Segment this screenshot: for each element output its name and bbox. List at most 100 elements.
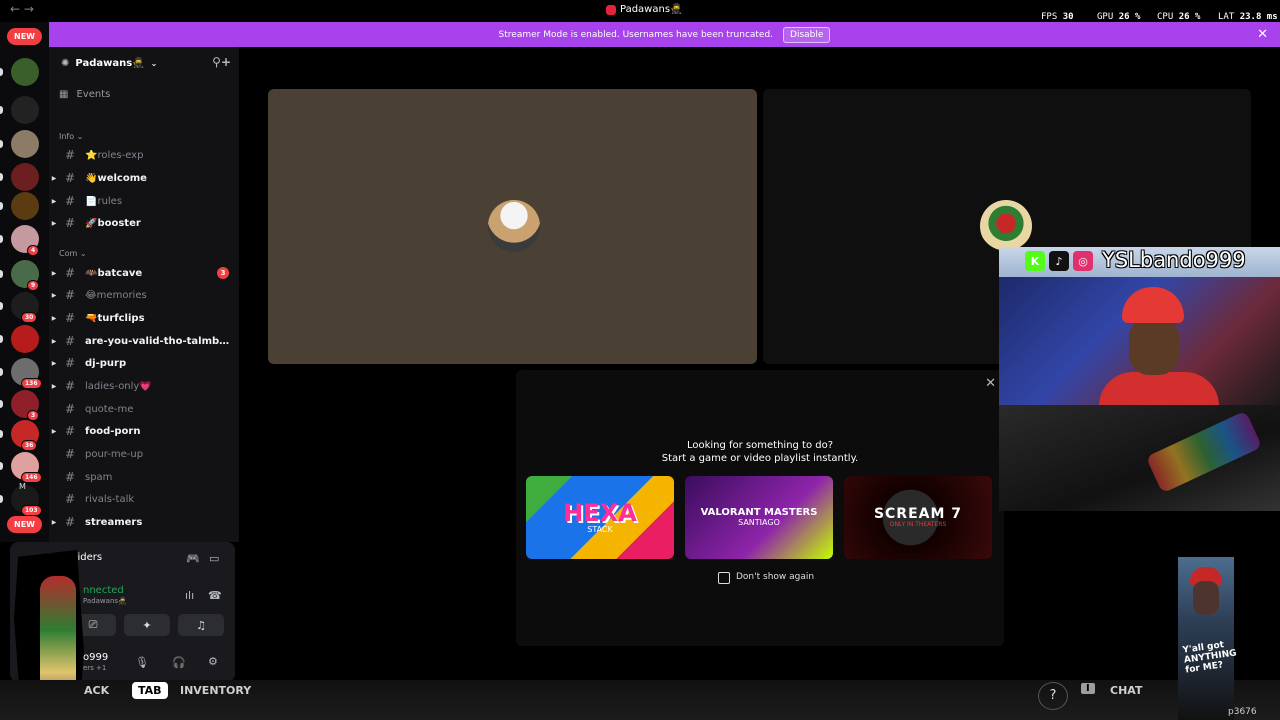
streamer-mode-banner: Streamer Mode is enabled. Usernames have… [49,22,1280,47]
channel-name: spam [85,471,113,483]
channel-name: 🚀booster [85,217,141,229]
unread-pill [0,173,3,181]
game-hud: ACK TAB INVENTORY ? I CHAT [0,680,1280,720]
channel-name: rivals-talk [85,493,135,505]
category-com-label: Com [59,249,78,258]
forward-arrow-icon[interactable]: → [24,2,34,16]
channel-item[interactable]: # rivals-talk [49,489,239,509]
i-key: I [1081,683,1095,694]
popup-close-icon[interactable]: ✕ [985,376,996,391]
dont-show-again-checkbox[interactable] [718,572,730,584]
streamer-shirt [1099,372,1219,406]
hash-icon: # [64,356,76,370]
mini-face [1193,581,1219,615]
unread-pill [0,202,3,210]
channel-item[interactable]: ▶ # 📄rules [49,191,239,211]
voice-tile-1[interactable] [268,89,757,364]
window-title-text: Padawans🥷 [620,4,683,15]
hash-icon: # [64,424,76,438]
server-icon[interactable] [11,325,39,353]
unread-indicator-icon: ▶ [51,427,57,435]
unread-indicator-icon: ▶ [51,197,57,205]
streamer-webcam-overlay: K ♪ ◎ YSLbando999 [999,247,1280,511]
server-header[interactable]: ✺ Padawans🥷 ⌄ ⚲+ [49,47,239,79]
hud-back-label: ACK [84,684,110,697]
channel-item[interactable]: ▶ # food-porn [49,421,239,441]
voice-channel-name: Padawans🥷 [83,597,127,605]
fps-value: 30 [1062,12,1074,22]
gpu-label: GPU [1097,12,1114,22]
server-icon[interactable] [11,58,39,86]
category-info[interactable]: Info ⌄ [59,132,83,141]
channel-item[interactable]: ▶ # are-you-valid-tho-talmbout-... [49,331,239,351]
settings-gear-icon[interactable]: ⚙ [208,655,218,668]
voice-status: nnected [83,585,124,596]
channel-item[interactable]: ▶ # 🦇batcave 3 [49,263,239,283]
channel-item[interactable]: ▶ # 👋welcome [49,168,239,188]
channel-item[interactable]: ▶ # dj-purp [49,353,239,373]
game-card-subtitle: ONLY IN THEATERS [889,521,947,528]
channel-item[interactable]: # spam [49,467,239,487]
server-icon[interactable] [11,130,39,158]
microphone-icon[interactable]: 🎙 [135,656,149,669]
server-mention-badge: 30 [21,312,38,323]
hash-icon: # [64,266,76,280]
soundboard-button[interactable]: ♫ [178,614,224,636]
unread-indicator-icon: ▶ [51,337,57,345]
channel-item[interactable]: # pour-me-up [49,444,239,464]
server-icon[interactable] [11,96,39,124]
hash-icon: # [64,379,76,393]
nav-arrows[interactable]: ← → [10,2,34,16]
game-card-hexa-stack[interactable]: HEXA STACK [526,476,674,559]
channel-name: are-you-valid-tho-talmbout-... [85,335,230,347]
disable-button[interactable]: Disable [783,26,831,43]
hash-icon: # [64,288,76,302]
server-icon[interactable] [11,192,39,220]
channel-item[interactable]: ▶ # ladies-only💗 [49,376,239,396]
channel-item[interactable]: ▶ # 🚀booster [49,213,239,233]
social-platform-icon: ◎ [1073,251,1093,271]
game-card-title: VALORANT MASTERS [700,507,818,518]
window-title: Padawans🥷 [606,4,683,15]
signal-icon[interactable]: ılı [185,589,194,602]
back-arrow-icon[interactable]: ← [10,2,20,16]
channel-item[interactable]: ▶ # 😂memories [49,285,239,305]
dont-show-again-label[interactable]: Don't show again [736,572,814,582]
server-icon[interactable] [11,163,39,191]
streamer-handle: YSLbando999 [1102,248,1246,272]
game-controller-icon[interactable]: 🎮 [186,552,200,565]
banner-close-icon[interactable]: ✕ [1257,27,1268,42]
cpu-readout: CPU 26 % [1157,12,1200,22]
channel-name: food-porn [85,425,141,437]
channel-name: 📄rules [85,195,123,207]
channel-name: 😂memories [85,289,147,301]
user-status: ers +1 [83,664,107,672]
events-label: Events [76,89,111,100]
hash-icon: # [64,216,76,230]
channel-item[interactable]: ▶ # streamers [49,512,239,532]
game-card-scream[interactable]: SCREAM 7 ONLY IN THEATERS [844,476,992,559]
activities-button[interactable]: ✦ [124,614,170,636]
channel-item[interactable]: # quote-me [49,399,239,419]
events-link[interactable]: ▦ Events [59,89,110,100]
new-badge-bottom[interactable]: NEW [7,516,42,533]
cpu-label: CPU [1157,12,1174,22]
invite-people-icon[interactable]: ⚲+ [212,55,231,69]
discord-logo-icon [606,4,616,15]
headphones-icon[interactable]: 🎧 [172,656,186,669]
category-com[interactable]: Com ⌄ [59,249,87,258]
channel-name: streamers [85,516,143,528]
unread-indicator-icon: ▶ [51,291,57,299]
new-badge-top[interactable]: NEW [7,28,42,45]
game-card-valorant-masters[interactable]: VALORANT MASTERS SANTIAGO [685,476,833,559]
server-initial[interactable]: M [19,482,26,491]
channel-item[interactable]: ▶ # 🔫turfclips [49,308,239,328]
stream-icon[interactable]: ▭ [209,552,219,565]
disconnect-icon[interactable]: ☎ [208,589,222,602]
popup-subheading: Start a game or video playlist instantly… [661,453,859,464]
channel-name: quote-me [85,403,134,415]
hash-icon: # [64,447,76,461]
channel-name: pour-me-up [85,448,144,460]
hash-icon: # [64,402,76,416]
channel-item[interactable]: # ⭐roles-exp [49,145,239,165]
